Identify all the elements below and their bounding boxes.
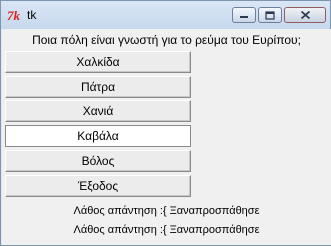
answer-button-kavala[interactable]: Καβάλα [5, 125, 191, 147]
maximize-icon [265, 10, 275, 20]
close-button[interactable] [284, 7, 326, 23]
exit-button[interactable]: Έξοδος [5, 175, 191, 197]
minimize-button[interactable] [232, 7, 256, 23]
answer-button-patra[interactable]: Πάτρα [5, 76, 191, 98]
app-window: 7k tk Ποια πόλη είναι γνωστή για το ρεύμ… [0, 0, 331, 246]
svg-text:7k: 7k [7, 8, 21, 22]
maximize-button[interactable] [258, 7, 282, 23]
window-title: tk [27, 8, 37, 22]
answer-button-chania[interactable]: Χανιά [5, 100, 191, 122]
feedback-message: Λάθος απάντηση :{ Ξαναπροσπάθησε [73, 224, 260, 236]
answer-button-chalkida[interactable]: Χαλκίδα [5, 51, 191, 73]
title-bar[interactable]: 7k tk [1, 1, 330, 29]
minimize-icon [240, 16, 248, 18]
close-icon [300, 10, 310, 20]
feedback-message: Λάθος απάντηση :{ Ξαναπροσπάθησε [73, 205, 260, 217]
question-label: Ποια πόλη είναι γνωστή για το ρεύμα του … [32, 33, 301, 47]
answer-button-volos[interactable]: Βόλος [5, 150, 191, 172]
window-client-area: Ποια πόλη είναι γνωστή για το ρεύμα του … [2, 29, 331, 245]
tk-feather-icon: 7k [7, 7, 23, 23]
